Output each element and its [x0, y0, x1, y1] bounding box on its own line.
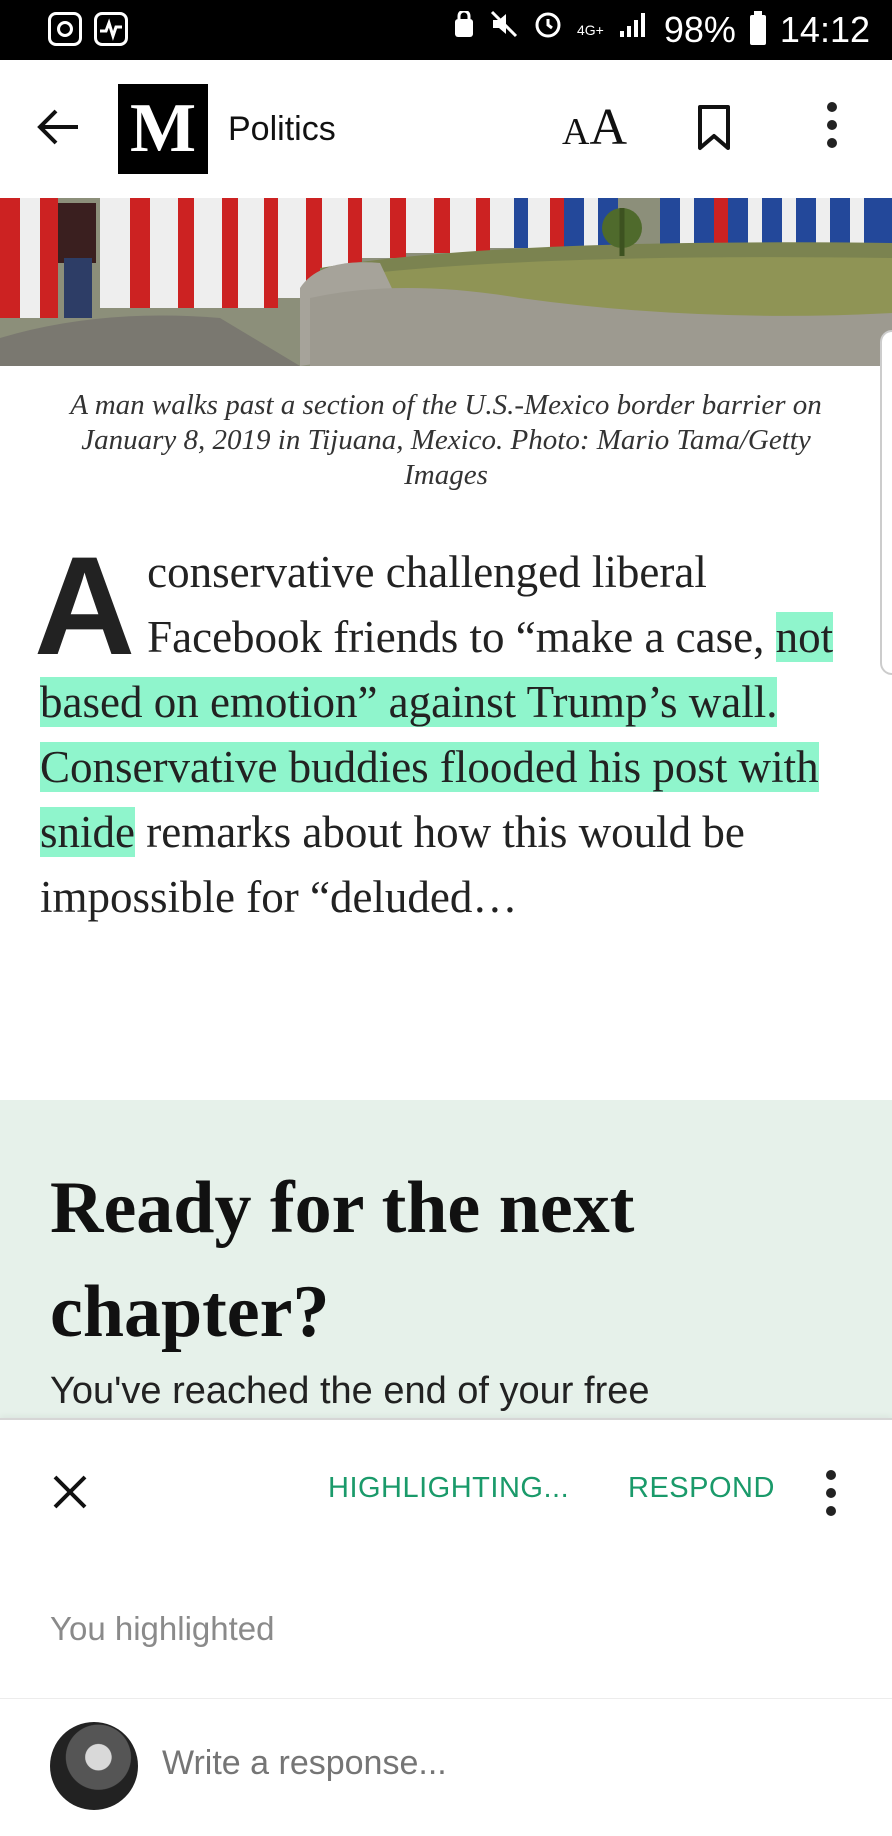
mute-icon: [489, 8, 519, 52]
secure-folder-icon: [453, 8, 475, 52]
status-bar: 4G+ 98% 14:12: [0, 0, 892, 60]
paywall-subtitle: You've reached the end of your free: [50, 1370, 650, 1412]
font-size-large-label: A: [589, 99, 628, 156]
paywall-title: Ready for the next chapter?: [50, 1167, 635, 1353]
app-notification-icon: [48, 12, 82, 46]
activity-monitor-icon: [94, 12, 128, 46]
medium-logo[interactable]: M: [118, 84, 208, 174]
divider: [0, 1698, 892, 1699]
response-input[interactable]: [162, 1744, 842, 1783]
app-bar: M Politics AA: [0, 60, 892, 198]
font-size-small-label: A: [562, 111, 590, 153]
article-body[interactable]: A conservative challenged liberal Facebo…: [34, 536, 860, 930]
respond-button[interactable]: RESPOND: [628, 1472, 775, 1505]
close-icon[interactable]: [50, 1472, 90, 1512]
network-type: 4G+: [576, 22, 604, 38]
hero-image: [0, 198, 892, 366]
image-caption: A man walks past a section of the U.S.-M…: [70, 389, 822, 491]
sheet-more-options-icon[interactable]: [826, 1470, 836, 1516]
status-left-icons: [48, 12, 128, 46]
highlight-bottom-sheet: HIGHLIGHTING... RESPOND You highlighted: [0, 1418, 892, 1836]
back-arrow-icon[interactable]: [34, 102, 84, 152]
you-highlighted-label: You highlighted: [50, 1610, 275, 1647]
scroll-indicator[interactable]: [880, 330, 892, 675]
bookmark-icon[interactable]: [694, 104, 734, 152]
signal-icon: [618, 8, 650, 52]
battery-icon: [749, 11, 766, 45]
article-text-before: conservative challenged liberal Facebook…: [147, 547, 776, 662]
clock: 14:12: [779, 9, 870, 50]
more-options-icon[interactable]: [820, 102, 844, 154]
drop-cap: A: [34, 527, 136, 684]
alarm-icon: [533, 8, 563, 52]
logo-letter: M: [129, 90, 197, 167]
section-title[interactable]: Politics: [228, 110, 336, 149]
paywall-banner: Ready for the next chapter? You've reach…: [0, 1100, 892, 1420]
status-right-icons: 4G+ 98% 14:12: [453, 8, 870, 52]
article-text-after: remarks about how this would be impossib…: [40, 807, 745, 922]
font-size-button[interactable]: AA: [562, 98, 627, 157]
highlighting-button[interactable]: HIGHLIGHTING...: [328, 1472, 569, 1505]
avatar[interactable]: [50, 1722, 138, 1810]
battery-percent: 98%: [663, 9, 736, 50]
